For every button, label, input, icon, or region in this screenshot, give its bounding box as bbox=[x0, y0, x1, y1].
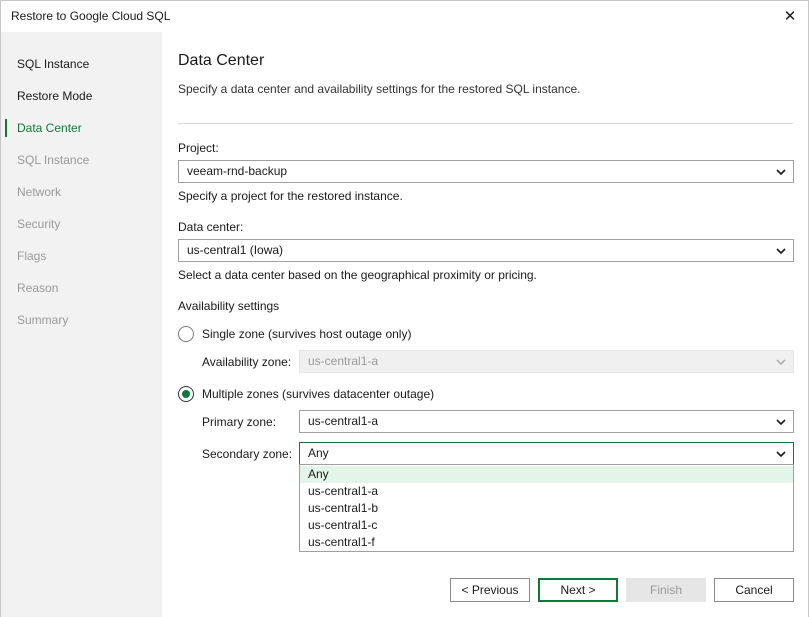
window-title: Restore to Google Cloud SQL bbox=[11, 9, 171, 23]
chevron-down-icon bbox=[775, 161, 787, 182]
primary-zone-select[interactable]: us-central1-a bbox=[299, 410, 794, 433]
chevron-down-icon bbox=[775, 411, 787, 432]
secondary-zone-value: Any bbox=[308, 446, 329, 460]
sidebar-item-reason: Reason bbox=[17, 281, 59, 295]
sidebar-item-sql-instance-settings: SQL Instance bbox=[17, 153, 90, 167]
header-divider bbox=[178, 123, 793, 124]
dropdown-option-us-central1-f[interactable]: us-central1-f bbox=[300, 534, 793, 551]
sidebar-item-security: Security bbox=[17, 217, 61, 231]
page-description: Specify a data center and availability s… bbox=[178, 82, 581, 96]
data-center-value: us-central1 (Iowa) bbox=[187, 243, 284, 257]
dropdown-option-us-central1-c[interactable]: us-central1-c bbox=[300, 517, 793, 534]
secondary-zone-label: Secondary zone: bbox=[202, 447, 293, 461]
page-title: Data Center bbox=[178, 52, 265, 69]
multiple-zones-radio[interactable] bbox=[178, 386, 194, 402]
project-value: veeam-rnd-backup bbox=[187, 164, 288, 178]
chevron-down-icon bbox=[775, 443, 787, 464]
secondary-zone-dropdown-list: Any us-central1-a us-central1-b us-centr… bbox=[299, 464, 794, 552]
availability-heading: Availability settings bbox=[178, 299, 280, 313]
dropdown-option-us-central1-a[interactable]: us-central1-a bbox=[300, 483, 793, 500]
data-center-select[interactable]: us-central1 (Iowa) bbox=[178, 239, 794, 262]
previous-button[interactable]: < Previous bbox=[450, 578, 530, 602]
project-label: Project: bbox=[178, 141, 219, 155]
sidebar-item-restore-mode[interactable]: Restore Mode bbox=[1, 85, 162, 107]
data-center-label: Data center: bbox=[178, 220, 244, 234]
next-button[interactable]: Next > bbox=[538, 578, 618, 602]
availability-zone-value: us-central1-a bbox=[308, 354, 379, 368]
data-center-hint: Select a data center based on the geogra… bbox=[178, 268, 537, 282]
project-hint: Specify a project for the restored insta… bbox=[178, 189, 403, 203]
dropdown-option-us-central1-b[interactable]: us-central1-b bbox=[300, 500, 793, 517]
project-select[interactable]: veeam-rnd-backup bbox=[178, 160, 794, 183]
wizard-steps-sidebar: SQL Instance Restore Mode Data Center SQ… bbox=[1, 32, 162, 617]
chevron-down-icon bbox=[775, 351, 787, 372]
sidebar-item-flags: Flags bbox=[17, 249, 47, 263]
primary-zone-label: Primary zone: bbox=[202, 415, 277, 429]
sidebar-item-summary: Summary bbox=[17, 313, 69, 327]
restore-wizard-window: Restore to Google Cloud SQL ✕ SQL Instan… bbox=[0, 0, 809, 617]
finish-button: Finish bbox=[626, 578, 706, 602]
close-icon[interactable]: ✕ bbox=[778, 4, 802, 28]
title-bar: Restore to Google Cloud SQL ✕ bbox=[1, 1, 808, 31]
sidebar-item-data-center[interactable]: Data Center bbox=[1, 117, 162, 139]
single-zone-radio[interactable] bbox=[178, 326, 194, 342]
sidebar-item-network: Network bbox=[17, 185, 62, 199]
primary-zone-value: us-central1-a bbox=[308, 414, 379, 428]
dropdown-option-any[interactable]: Any bbox=[300, 466, 793, 483]
wizard-content: Data Center Specify a data center and av… bbox=[162, 32, 808, 617]
availability-zone-select: us-central1-a bbox=[299, 350, 794, 373]
secondary-zone-select[interactable]: Any bbox=[299, 442, 794, 465]
cancel-button[interactable]: Cancel bbox=[714, 578, 794, 602]
availability-zone-label: Availability zone: bbox=[202, 355, 292, 369]
chevron-down-icon bbox=[775, 240, 787, 261]
single-zone-label[interactable]: Single zone (survives host outage only) bbox=[202, 327, 411, 341]
sidebar-item-sql-instance[interactable]: SQL Instance bbox=[1, 53, 162, 75]
multiple-zones-label[interactable]: Multiple zones (survives datacenter outa… bbox=[202, 387, 434, 401]
